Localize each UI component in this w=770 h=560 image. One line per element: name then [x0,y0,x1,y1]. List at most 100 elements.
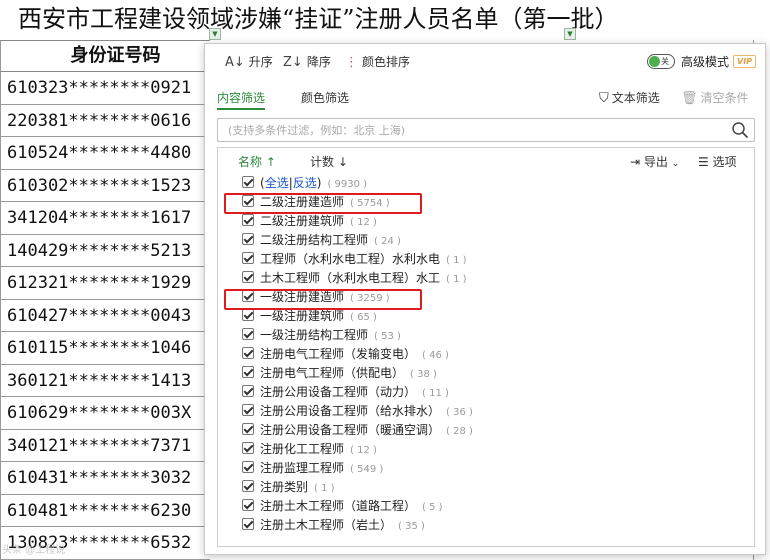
sort-by-name-button[interactable]: 名称 ↑ [238,154,276,170]
list-item-count-value: 5 [429,502,436,513]
table-row[interactable]: 140429********5213 [1,235,210,267]
checkbox[interactable] [242,233,254,245]
checkbox[interactable] [242,366,254,378]
table-row[interactable]: 220381********0616 [1,105,210,137]
column-header-id-number[interactable]: 身份证号码 [1,40,210,72]
checkbox[interactable] [242,461,254,473]
checkbox[interactable] [242,252,254,264]
sheet-title: 西安市工程建设领域涉嫌“挂证”注册人员名单（第一批） [18,5,619,33]
filter-search-box[interactable] [217,118,755,142]
list-item-count: ( 24 ) [374,236,401,247]
checkbox[interactable] [242,347,254,359]
list-item[interactable]: 注册监理工程师 ( 549 ) [242,459,742,478]
checkbox[interactable] [242,176,254,188]
list-item-count-value: 1 [453,255,460,266]
color-sort-button[interactable]: ⋮ 颜色排序 [345,53,410,71]
list-item[interactable]: 注册电气工程师（供配电） ( 38 ) [242,364,742,383]
name-header-label: 名称 [238,155,263,169]
list-item[interactable]: 注册类别 ( 1 ) [242,478,742,497]
list-item-label: 一级注册结构工程师 [260,328,369,342]
list-item-count-value: 38 [417,369,430,380]
checkbox[interactable] [242,480,254,492]
list-item-count-value: 12 [357,445,370,456]
column-filter-arrow-2[interactable]: ▼ [564,28,576,40]
checkbox[interactable] [242,518,254,530]
list-item-count: ( 53 ) [374,331,401,342]
table-row[interactable]: 610323********0921 [1,72,210,105]
sort-asc-icon: A↓ [225,55,245,70]
column-filter-arrow[interactable]: ▼ [209,28,221,40]
list-item[interactable]: 注册公用设备工程师（暖通空调） ( 28 ) [242,421,742,440]
list-item[interactable]: 注册公用设备工程师（给水排水） ( 36 ) [242,402,742,421]
tab-content-filter[interactable]: 内容筛选 [217,88,266,110]
list-item[interactable]: 注册土木工程师（道路工程） ( 5 ) [242,497,742,516]
table-row[interactable]: 610431********3032 [1,462,210,495]
table-row[interactable]: 610481********6230 [1,495,210,527]
options-button[interactable]: ☰ 选项 [698,154,737,170]
checkbox[interactable] [242,309,254,321]
table-row[interactable]: 610115********1046 [1,332,210,365]
list-item-label: 注册化工工程师 [260,442,345,456]
trash-icon: 🗑 [681,91,698,106]
checkbox[interactable] [242,271,254,283]
table-row[interactable]: 612321********1929 [1,267,210,300]
checkbox[interactable] [242,385,254,397]
checkbox[interactable] [242,404,254,416]
checkbox[interactable] [242,328,254,340]
list-item-count-value: 36 [453,407,466,418]
invert-selection-link[interactable]: 反选 [293,176,317,190]
checkbox[interactable] [242,499,254,511]
list-item-label: 注册公用设备工程师（暖通空调） [260,423,441,437]
list-item-label: 工程师（水利水电工程）水利水电 [260,252,441,266]
table-row[interactable]: 610524********4480 [1,137,210,170]
filter-search-input[interactable] [218,119,718,141]
sort-by-count-button[interactable]: 计数 ↓ [310,154,348,170]
chevron-down-icon: ⌄ [671,159,680,169]
list-item-count-value: 12 [357,217,370,228]
value-items: (全选|反选)( 9930 ) 二级注册建造师( 5754 ) 二级注册建筑师( … [242,174,742,535]
sort-descending-button[interactable]: Z↓ 降序 [283,53,331,71]
tab-color-filter[interactable]: 颜色筛选 [301,88,349,108]
advanced-mode-toggle[interactable]: 关 [647,54,675,69]
checkbox[interactable] [242,214,254,226]
list-item-count: ( 35 ) [398,521,425,532]
text-filter-button[interactable]: ⛉ 文本筛选 [599,88,660,109]
table-row[interactable]: 360121********1413 [1,365,210,397]
list-item[interactable]: 土木工程师（水利水电工程）水工 ( 1 ) [242,269,742,288]
list-item[interactable]: 工程师（水利水电工程）水利水电 ( 1 ) [242,250,742,269]
list-item-label: 二级注册结构工程师 [260,233,369,247]
list-item-label: 注册公用设备工程师（给水排水） [260,404,441,418]
select-all-item[interactable]: (全选|反选)( 9930 ) [242,174,742,193]
menu-icon: ☰ [698,155,709,169]
sort-ascending-button[interactable]: A↓ 升序 [225,53,273,71]
list-header: 名称 ↑ 计数 ↓ ⇥ 导出 ⌄ ☰ 选项 [218,148,754,176]
list-item[interactable]: 注册土木工程师（岩土） ( 35 ) [242,516,742,535]
list-item[interactable]: 注册电气工程师（发输变电） ( 46 ) [242,345,742,364]
red-highlight-box [224,289,422,310]
list-item[interactable]: 二级注册建筑师 ( 12 ) [242,212,742,231]
table-row[interactable]: 610302********1523 [1,170,210,202]
select-all-link[interactable]: 全选 [265,176,289,190]
list-item[interactable]: 一级注册结构工程师 ( 53 ) [242,326,742,345]
checkbox[interactable] [242,442,254,454]
table-row[interactable]: 610427********0043 [1,300,210,332]
list-item-count: ( 1 ) [446,274,467,285]
vip-badge: VIP [733,55,757,68]
list-item-count-value: 1 [321,483,328,494]
table-row[interactable]: 610629********003X [1,397,210,430]
table-row[interactable]: 341204********1617 [1,202,210,235]
search-icon[interactable] [731,121,749,139]
clear-conditions-button[interactable]: 🗑 清空条件 [681,88,749,109]
list-item-label: 一级注册建筑师 [260,309,345,323]
sort-asc-label: 升序 [248,55,273,69]
list-item[interactable]: 二级注册结构工程师 ( 24 ) [242,231,742,250]
list-item[interactable]: 注册公用设备工程师（动力） ( 11 ) [242,383,742,402]
options-label: 选项 [712,155,737,169]
table-row[interactable]: 340121********7371 [1,430,210,462]
list-item-count: ( 11 ) [422,388,449,399]
list-item-count-value: 11 [429,388,442,399]
list-item[interactable]: 注册化工工程师 ( 12 ) [242,440,742,459]
export-button[interactable]: ⇥ 导出 ⌄ [630,154,679,172]
checkbox[interactable] [242,423,254,435]
list-item-count-value: 53 [381,331,394,342]
